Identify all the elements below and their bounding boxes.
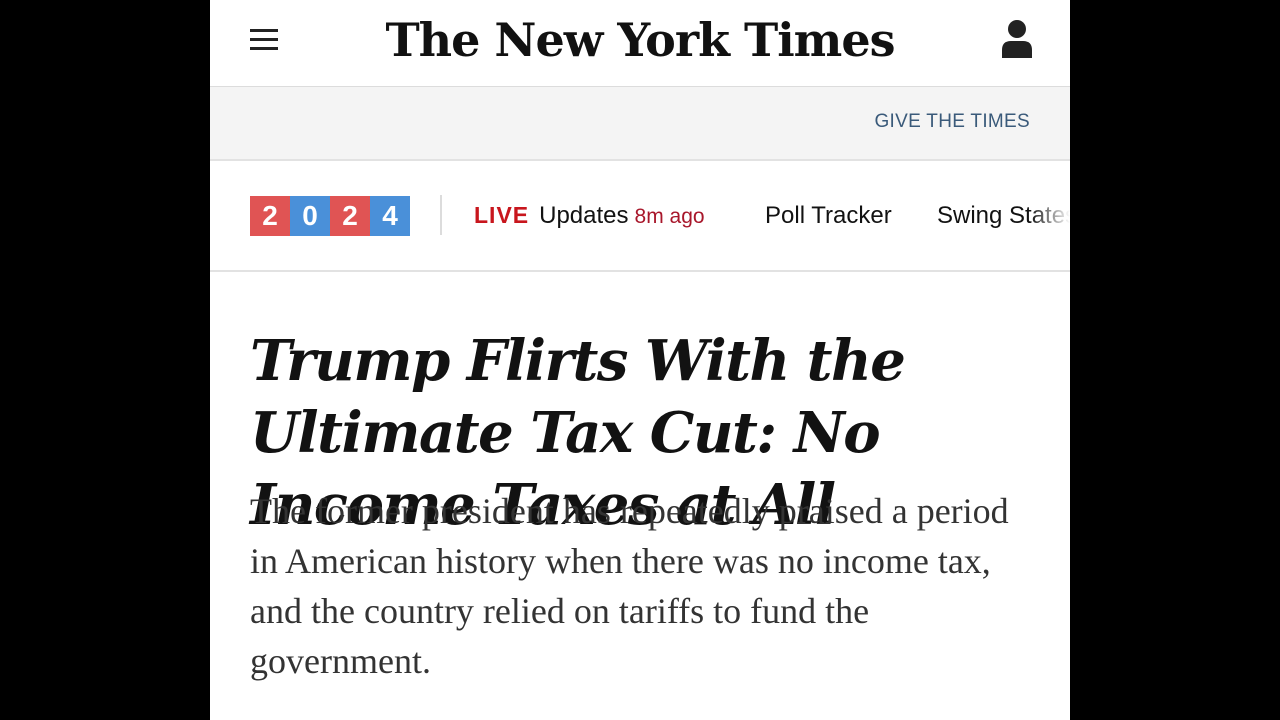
gift-banner: GIVE THE TIMES bbox=[210, 87, 1070, 161]
poll-tracker-link[interactable]: Poll Tracker bbox=[765, 202, 892, 230]
updates-timestamp: 8m ago bbox=[634, 205, 705, 228]
site-header: The New York Times bbox=[210, 0, 1070, 87]
year-digit: 2 bbox=[250, 196, 290, 236]
article-summary: The former president has repeatedly prai… bbox=[250, 491, 1009, 681]
election-nav-bar: 2 0 2 4 LIVE Updates 8m ago Poll Tracker S… bbox=[210, 161, 1070, 272]
nav-divider bbox=[440, 195, 442, 235]
updates-label: Updates bbox=[539, 202, 629, 229]
live-label: LIVE bbox=[474, 202, 530, 228]
year-digit: 4 bbox=[370, 196, 410, 236]
app-screen: The New York Times GIVE THE TIMES 2 0 2 … bbox=[210, 0, 1070, 720]
user-account-icon[interactable] bbox=[1000, 18, 1034, 60]
election-2024-badge[interactable]: 2 0 2 4 bbox=[250, 196, 410, 236]
year-digit: 2 bbox=[330, 196, 370, 236]
user-silhouette-icon bbox=[1002, 20, 1032, 58]
year-digit: 0 bbox=[290, 196, 330, 236]
scroll-fade bbox=[1030, 161, 1070, 268]
give-the-times-link[interactable]: GIVE THE TIMES bbox=[874, 111, 1030, 133]
masthead-logo[interactable]: The New York Times bbox=[210, 10, 1070, 70]
live-updates-link[interactable]: LIVE Updates 8m ago bbox=[474, 202, 705, 230]
